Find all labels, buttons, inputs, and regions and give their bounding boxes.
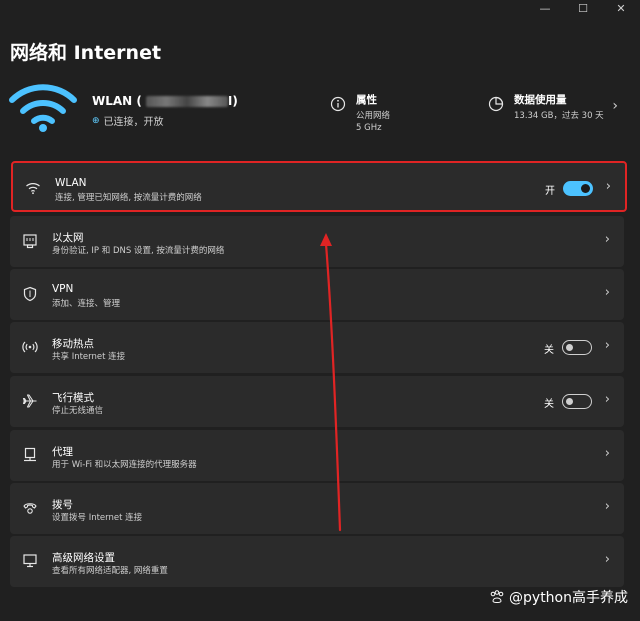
properties-band: 5 GHz [356,123,382,133]
chevron-right-icon: › [604,552,610,567]
hotspot-toggle-label: 关 [544,345,554,356]
airplane-toggle[interactable] [562,394,592,409]
item-title: WLAN [55,177,87,189]
item-subtitle: 停止无线通信 [52,406,104,416]
connection-header: WLAN ( I) ⊕ 已连接，开放 属性 公用网络 5 GHz 数据使用量 1… [8,80,632,140]
shield-icon [23,286,37,302]
ethernet-icon [23,234,37,249]
chevron-right-icon: › [604,499,610,514]
paw-icon [490,590,504,603]
item-subtitle: 用于 Wi-Fi 和以太网连接的代理服务器 [52,460,197,470]
data-usage-amount: 13.34 GB，过去 30 天 [514,111,604,121]
connection-status: ⊕ 已连接，开放 [92,113,164,129]
chevron-right-icon: › [605,179,611,194]
settings-item-dialup[interactable]: 拨号 设置拨号 Internet 连接 › [10,483,624,534]
info-icon [330,96,346,112]
item-title: 代理 [52,446,73,458]
page-title: 网络和 Internet [10,42,162,64]
item-subtitle: 共享 Internet 连接 [52,352,126,362]
item-title: 以太网 [52,232,84,244]
globe-icon: ⊕ [92,115,100,126]
settings-item-advanced-network[interactable]: 高级网络设置 查看所有网络适配器, 网络重置 › [10,536,624,587]
chevron-right-icon: › [604,446,610,461]
connection-status-text: 已连接，开放 [103,117,164,128]
hotspot-icon [22,341,38,353]
properties-network-type: 公用网络 [356,111,391,121]
watermark-text: @python高手养成 [509,590,628,606]
properties-title: 属性 [356,94,377,106]
item-title: 飞行模式 [52,392,94,404]
maximize-button[interactable]: ☐ [564,0,602,16]
item-subtitle: 设置拨号 Internet 连接 [52,513,143,523]
close-button[interactable]: ✕ [602,0,640,16]
data-usage-title: 数据使用量 [514,94,567,106]
wifi-large-icon [9,84,77,132]
hotspot-toggle[interactable] [562,340,592,355]
chevron-right-icon: › [604,392,610,407]
network-name-suffix: I) [227,94,238,108]
item-subtitle: 添加、连接、管理 [52,299,121,309]
wlan-toggle-label: 开 [545,186,555,197]
network-name[interactable]: WLAN ( I) [92,94,238,108]
pie-chart-icon [488,96,504,112]
wifi-icon [26,183,40,195]
wlan-toggle[interactable] [563,181,593,196]
settings-item-wlan[interactable]: WLAN 连接, 管理已知网络, 按流量计费的网络 开 › [11,161,627,212]
chevron-right-icon: › [604,232,610,247]
settings-item-airplane-mode[interactable]: 飞行模式 停止无线通信 关 › [10,376,624,427]
advanced-network-icon [23,554,37,568]
item-subtitle: 查看所有网络适配器, 网络重置 [52,566,168,576]
item-title: 拨号 [52,499,73,511]
settings-item-ethernet[interactable]: 以太网 身份验证, IP 和 DNS 设置, 按流量计费的网络 › [10,216,624,267]
chevron-right-icon[interactable]: › [612,98,618,114]
titlebar-controls: — ☐ ✕ [526,0,640,16]
settings-item-hotspot[interactable]: 移动热点 共享 Internet 连接 关 › [10,322,624,373]
redacted-ssid [145,95,228,107]
dialup-icon [23,503,37,514]
item-title: 高级网络设置 [52,552,115,564]
airplane-toggle-label: 关 [544,399,554,410]
chevron-right-icon: › [604,338,610,353]
airplane-icon [22,394,37,408]
network-name-prefix: WLAN ( [92,94,142,108]
item-title: VPN [52,283,74,295]
chevron-right-icon: › [604,285,610,300]
settings-item-vpn[interactable]: VPN 添加、连接、管理 › [10,269,624,320]
watermark: @python高手养成 [489,587,628,607]
item-subtitle: 连接, 管理已知网络, 按流量计费的网络 [55,193,202,203]
proxy-icon [24,447,36,462]
item-title: 移动热点 [52,338,94,350]
minimize-button[interactable]: — [526,0,564,16]
settings-item-proxy[interactable]: 代理 用于 Wi-Fi 和以太网连接的代理服务器 › [10,430,624,481]
item-subtitle: 身份验证, IP 和 DNS 设置, 按流量计费的网络 [52,246,225,256]
